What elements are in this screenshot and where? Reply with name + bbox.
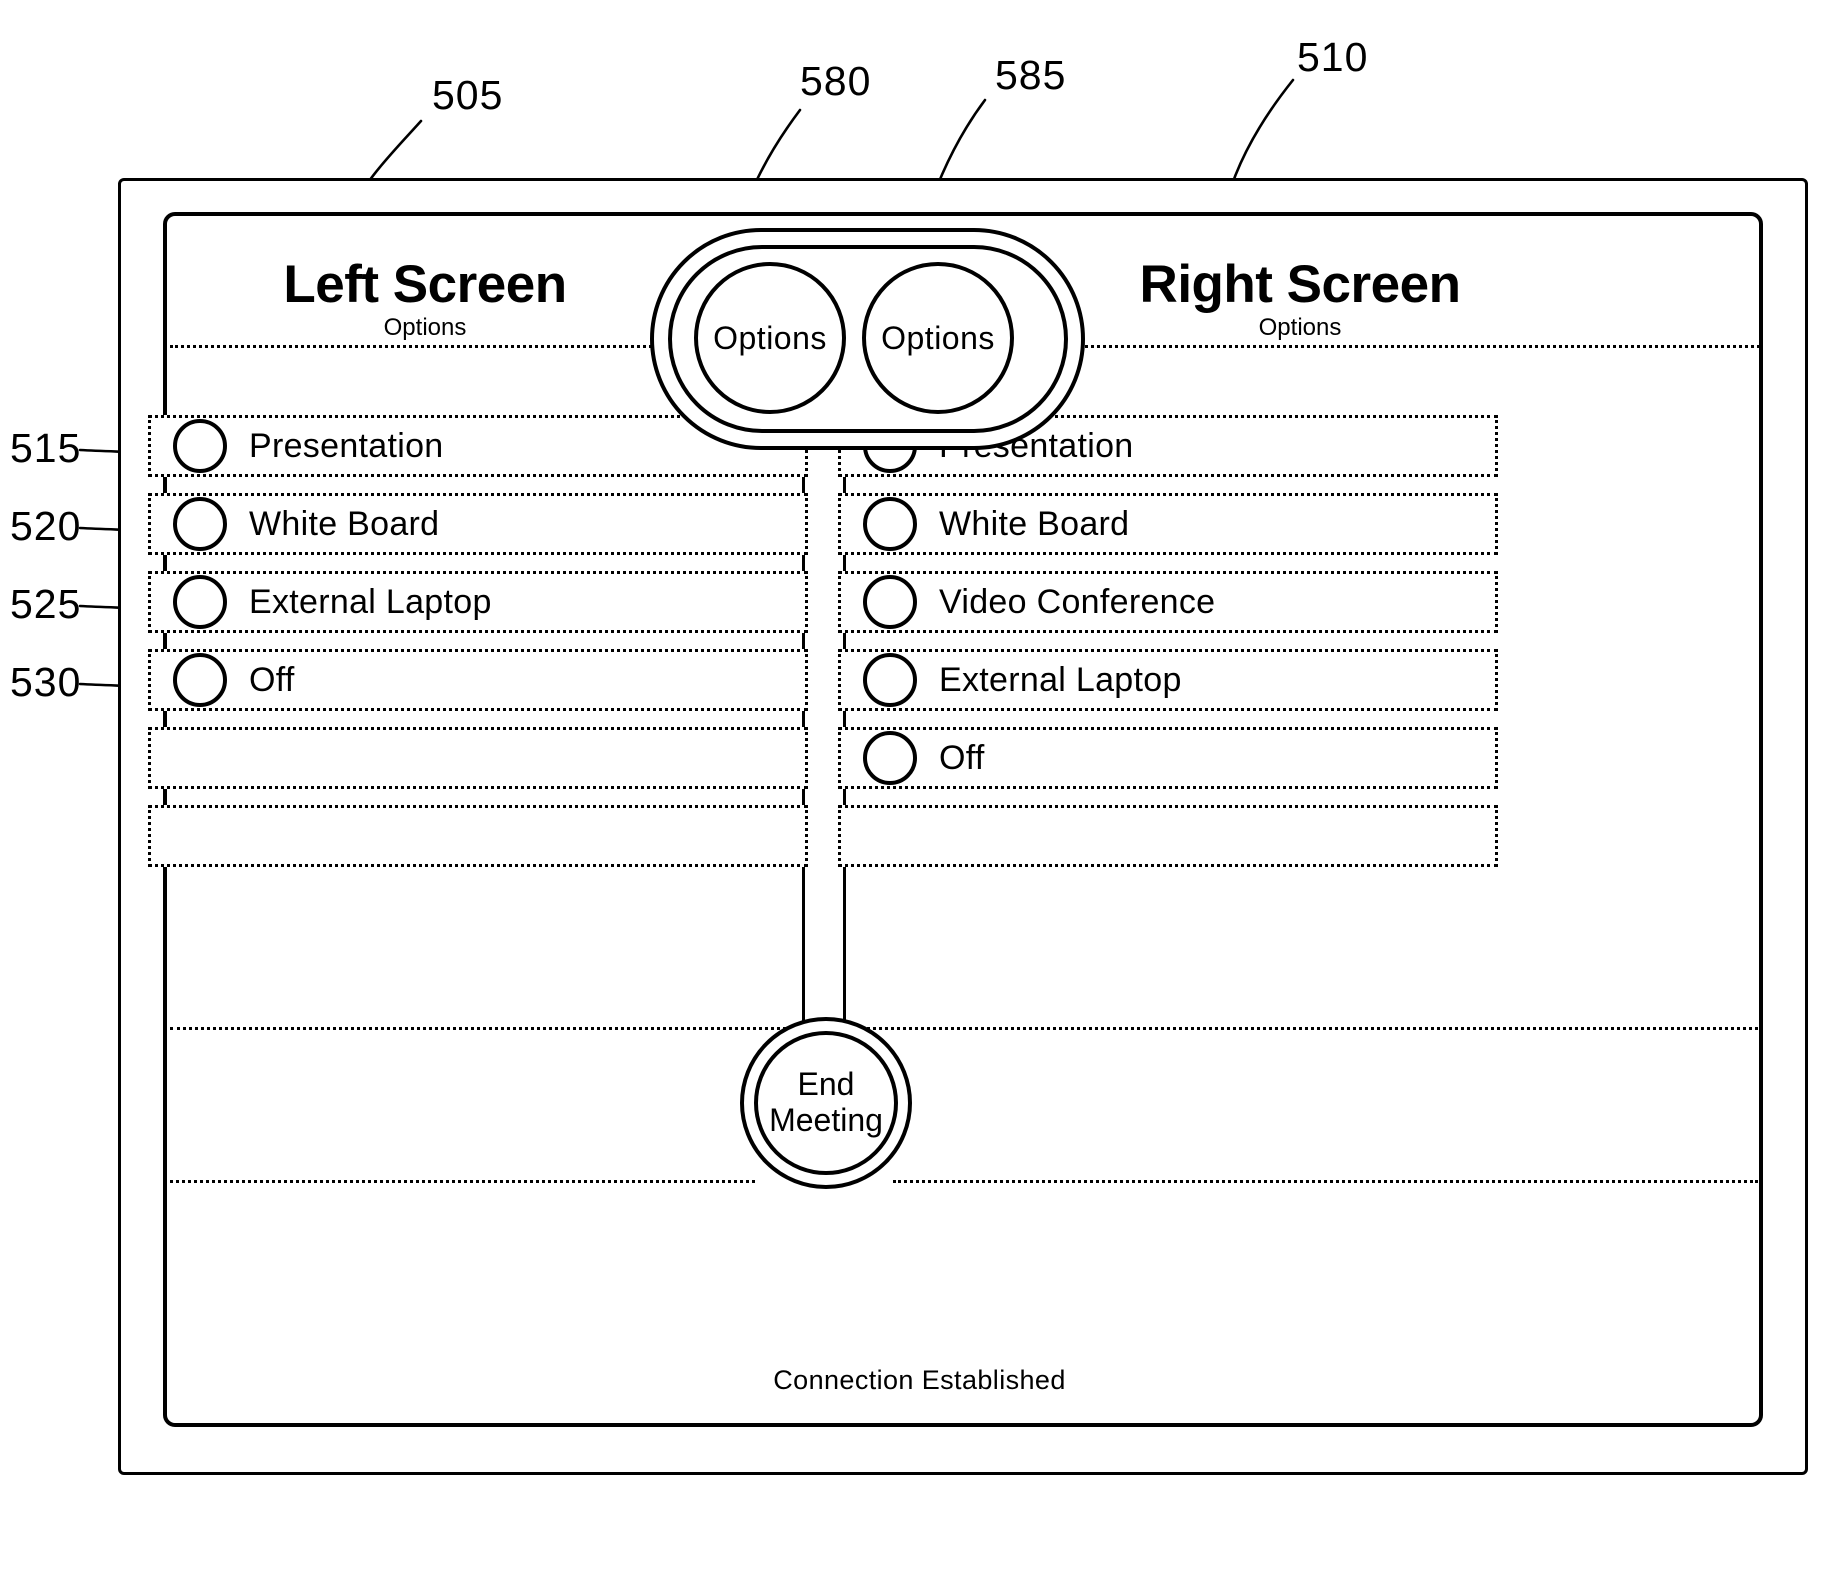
radio-icon[interactable] — [173, 575, 227, 629]
option-label: Video Conference — [939, 582, 1216, 621]
right-screen-subtitle: Options — [1258, 314, 1342, 341]
radio-icon[interactable] — [173, 653, 227, 707]
option-label: External Laptop — [939, 660, 1182, 699]
patent-figure: 505 580 585 510 515 520 525 530 535 540 … — [0, 0, 1839, 1581]
left-screen-title: Left Screen — [283, 255, 567, 314]
right-lower-divider — [843, 1027, 1758, 1030]
right-options-list: Presentation White Board Video Conferenc… — [838, 415, 1498, 883]
left-screen-subtitle: Options — [383, 314, 467, 341]
radio-icon[interactable] — [863, 575, 917, 629]
list-item-empty — [148, 805, 808, 867]
list-item[interactable]: White Board — [148, 493, 808, 555]
ref-515: 515 — [10, 425, 82, 471]
ref-510: 510 — [1297, 34, 1369, 80]
radio-icon[interactable] — [863, 497, 917, 551]
radio-icon[interactable] — [863, 731, 917, 785]
ref-580: 580 — [800, 58, 872, 104]
ref-525: 525 — [10, 581, 82, 627]
option-label: Presentation — [249, 426, 444, 465]
ref-585: 585 — [995, 52, 1067, 98]
list-item[interactable]: Video Conference — [838, 571, 1498, 633]
ref-530: 530 — [10, 659, 82, 705]
list-item[interactable]: Off — [838, 727, 1498, 789]
left-options-list: Presentation White Board External Laptop… — [148, 415, 808, 883]
list-item-empty — [838, 805, 1498, 867]
right-options-button[interactable]: Options — [862, 262, 1014, 414]
end-meeting-line1: End — [797, 1066, 855, 1103]
left-header-divider — [170, 345, 675, 348]
ref-520: 520 — [10, 503, 82, 549]
list-item-empty — [148, 727, 808, 789]
list-item[interactable]: Off — [148, 649, 808, 711]
right-bottom-divider — [893, 1180, 1758, 1183]
ref-505: 505 — [432, 72, 504, 118]
list-item[interactable]: White Board — [838, 493, 1498, 555]
option-label: White Board — [939, 504, 1130, 543]
option-label: External Laptop — [249, 582, 492, 621]
right-screen-header: Right Screen Options — [1065, 258, 1535, 340]
radio-icon[interactable] — [173, 419, 227, 473]
right-header-divider — [1060, 345, 1760, 348]
end-meeting-button[interactable]: End Meeting — [754, 1031, 898, 1175]
radio-icon[interactable] — [863, 653, 917, 707]
left-bottom-divider — [170, 1180, 755, 1183]
list-item[interactable]: External Laptop — [148, 571, 808, 633]
left-lower-divider — [170, 1027, 805, 1030]
option-label: White Board — [249, 504, 440, 543]
connection-status: Connection Established — [773, 1365, 1066, 1395]
end-meeting-line2: Meeting — [769, 1102, 883, 1138]
option-label: Off — [249, 660, 295, 699]
option-label: Off — [939, 738, 985, 777]
left-screen-header: Left Screen Options — [190, 258, 660, 340]
right-screen-title: Right Screen — [1139, 255, 1461, 314]
list-item[interactable]: External Laptop — [838, 649, 1498, 711]
radio-icon[interactable] — [173, 497, 227, 551]
left-options-button[interactable]: Options — [694, 262, 846, 414]
